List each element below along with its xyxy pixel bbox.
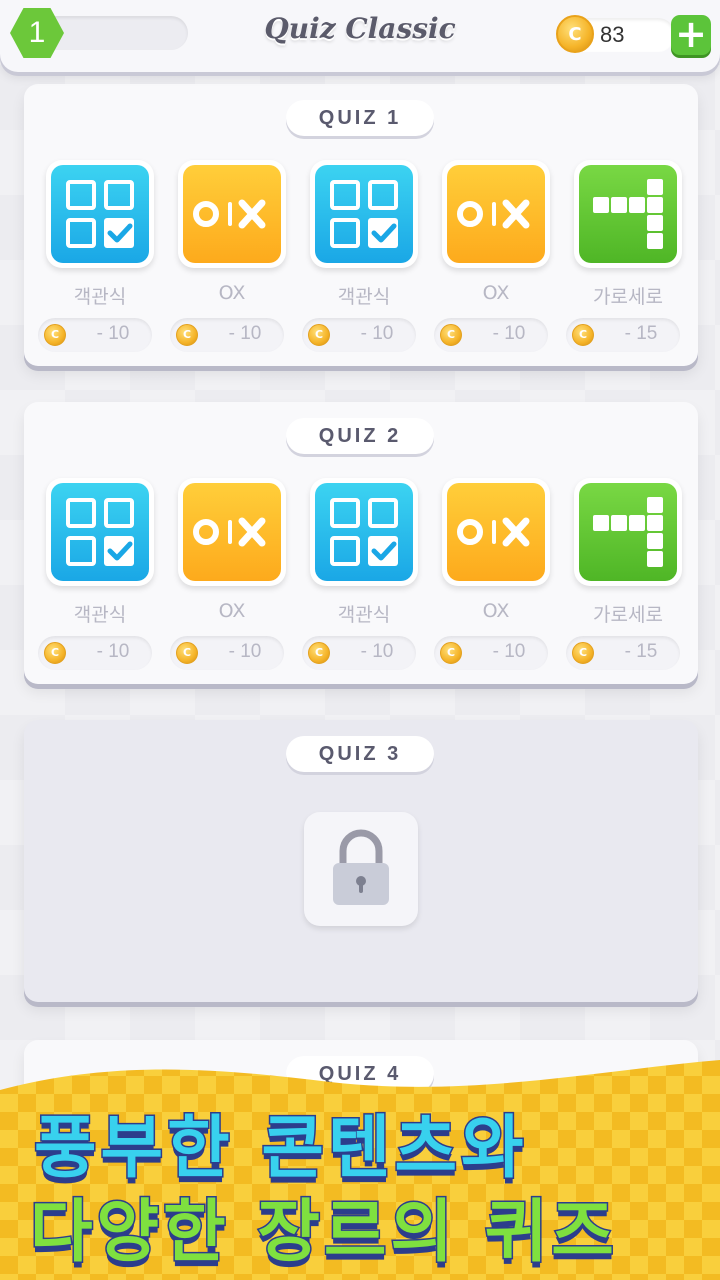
- game-item: 객관식 C - 10: [38, 478, 154, 670]
- ox-game-button[interactable]: [178, 160, 286, 268]
- game-tile-face: [447, 483, 545, 581]
- game-tile-face: [51, 165, 149, 263]
- cost-value: - 10: [228, 323, 262, 344]
- coin-icon: C: [308, 642, 330, 664]
- coin-icon: C: [440, 642, 462, 664]
- cost-pill: C - 10: [38, 318, 152, 352]
- quiz-title: QUIZ 2: [286, 418, 434, 454]
- ox-icon: [457, 517, 530, 547]
- cost-value: - 15: [624, 641, 658, 662]
- quiz-title: QUIZ 1: [286, 100, 434, 136]
- game-label: OX: [482, 600, 510, 622]
- game-tile-face: [579, 165, 677, 263]
- game-label: OX: [218, 282, 246, 304]
- cost-value: - 10: [228, 641, 262, 662]
- promo-banner: 풍부한 콘텐츠와 다양한 장르의 퀴즈: [0, 1040, 720, 1280]
- cost-pill: C - 15: [566, 318, 680, 352]
- cost-pill: C - 10: [434, 636, 548, 670]
- game-item: 객관식 C - 10: [302, 160, 418, 352]
- crossword-icon: [593, 179, 663, 249]
- game-item: 객관식 C - 10: [38, 160, 154, 352]
- level-number: 1: [28, 16, 46, 49]
- game-item: OX C - 10: [170, 160, 286, 352]
- ox-icon: [193, 517, 266, 547]
- locked-quiz-button[interactable]: [304, 812, 418, 926]
- cost-pill: C - 10: [302, 636, 416, 670]
- game-tile-face: [315, 165, 413, 263]
- cost-pill: C - 10: [38, 636, 152, 670]
- ox-icon: [193, 199, 266, 229]
- cost-value: - 10: [360, 323, 394, 344]
- checkbox-grid-icon: [66, 498, 134, 566]
- ox-game-button[interactable]: [178, 478, 286, 586]
- cost-pill: C - 15: [566, 636, 680, 670]
- ox-game-button[interactable]: [442, 478, 550, 586]
- game-item: OX C - 10: [434, 478, 550, 670]
- game-label: 객관식: [73, 286, 127, 308]
- cost-value: - 10: [96, 323, 130, 344]
- game-item: OX C - 10: [170, 478, 286, 670]
- game-label: 객관식: [73, 604, 127, 626]
- crossword-game-button[interactable]: [574, 160, 682, 268]
- ox-game-button[interactable]: [442, 160, 550, 268]
- quiz-panel: QUIZ 3: [24, 720, 698, 1002]
- coin-icon: C: [572, 324, 594, 346]
- game-tile-face: [579, 483, 677, 581]
- add-coins-button[interactable]: +: [671, 15, 711, 55]
- checkbox-grid-icon: [330, 180, 398, 248]
- coin-icon: C: [44, 642, 66, 664]
- coin-icon: C: [556, 15, 594, 53]
- coin-symbol: C: [568, 23, 582, 45]
- coin-icon: C: [308, 324, 330, 346]
- game-label: 가로세로: [593, 286, 663, 308]
- coin-icon: C: [176, 642, 198, 664]
- game-label: 가로세로: [593, 604, 663, 626]
- game-tile-face: [183, 165, 281, 263]
- coin-count: 83: [600, 22, 625, 47]
- multiple-choice-game-button[interactable]: [310, 478, 418, 586]
- plus-icon: +: [675, 12, 707, 56]
- game-item: 객관식 C - 10: [302, 478, 418, 670]
- multiple-choice-game-button[interactable]: [46, 478, 154, 586]
- game-tile-face: [447, 165, 545, 263]
- cost-value: - 10: [96, 641, 130, 662]
- quiz-title: QUIZ 3: [286, 736, 434, 772]
- coin-icon: C: [440, 324, 462, 346]
- game-label: 객관식: [337, 286, 391, 308]
- crossword-icon: [593, 497, 663, 567]
- app-title: Quiz Classic: [264, 12, 456, 45]
- cost-pill: C - 10: [170, 636, 284, 670]
- game-item: 가로세로 C - 15: [566, 160, 682, 352]
- game-tile-face: [51, 483, 149, 581]
- game-tile-face: [183, 483, 281, 581]
- cost-pill: C - 10: [434, 318, 548, 352]
- coin-icon: C: [44, 324, 66, 346]
- coin-icon: C: [176, 324, 198, 346]
- checkbox-grid-icon: [66, 180, 134, 248]
- coin-icon: C: [572, 642, 594, 664]
- cost-pill: C - 10: [302, 318, 416, 352]
- multiple-choice-game-button[interactable]: [310, 160, 418, 268]
- cost-value: - 15: [624, 323, 658, 344]
- promo-headline-2: 다양한 장르의 퀴즈: [29, 1192, 618, 1274]
- cost-value: - 10: [492, 323, 526, 344]
- quiz-panel: QUIZ 1 객관식 C - 10 OX C - 10 객관식 C - 10 OX C - 10 가로세로…: [24, 84, 698, 366]
- game-item: 가로세로 C - 15: [566, 478, 682, 670]
- top-bar: 1 Quiz Classic C 83 +: [0, 0, 720, 72]
- quiz-panel: QUIZ 2 객관식 C - 10 OX C - 10 객관식 C - 10 OX C - 10 가로세로…: [24, 402, 698, 684]
- cost-pill: C - 10: [170, 318, 284, 352]
- game-label: 객관식: [337, 604, 391, 626]
- game-label: OX: [482, 282, 510, 304]
- checkbox-grid-icon: [330, 498, 398, 566]
- crossword-game-button[interactable]: [574, 478, 682, 586]
- cost-value: - 10: [492, 641, 526, 662]
- padlock-icon: [333, 829, 389, 905]
- cost-value: - 10: [360, 641, 394, 662]
- multiple-choice-game-button[interactable]: [46, 160, 154, 268]
- game-item: OX C - 10: [434, 160, 550, 352]
- game-label: OX: [218, 600, 246, 622]
- game-tile-face: [315, 483, 413, 581]
- ox-icon: [457, 199, 530, 229]
